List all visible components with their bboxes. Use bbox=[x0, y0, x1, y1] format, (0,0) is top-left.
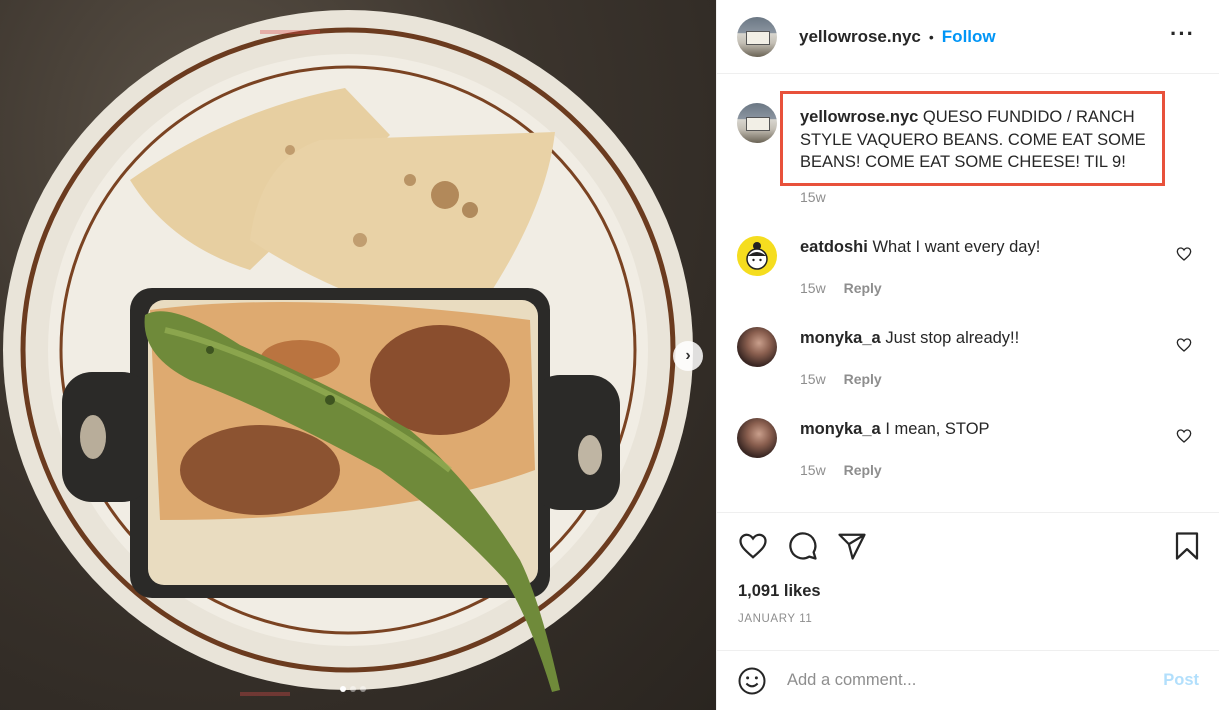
like-comment-heart-icon[interactable] bbox=[1176, 428, 1192, 444]
comment-meta: 15w Reply bbox=[800, 462, 882, 478]
emoji-icon[interactable] bbox=[737, 666, 767, 696]
commenter-avatar[interactable] bbox=[737, 236, 777, 276]
commenter-avatar[interactable] bbox=[737, 418, 777, 458]
comment-text: eatdoshi What I want every day! bbox=[800, 238, 1040, 257]
caption-timestamp: 15w bbox=[800, 189, 826, 205]
comments-list[interactable]: yellowrose.nyc QUESO FUNDIDO / RANCH STY… bbox=[717, 75, 1219, 512]
more-options-icon[interactable]: ··· bbox=[1170, 23, 1195, 45]
follow-button[interactable]: Follow bbox=[942, 27, 996, 47]
post-side-panel: yellowrose.nyc • Follow ··· yellowrose.n… bbox=[716, 0, 1219, 710]
likes-count[interactable]: 1,091 likes bbox=[738, 582, 821, 601]
author-username[interactable]: yellowrose.nyc bbox=[799, 27, 921, 47]
carousel-dot-active bbox=[340, 686, 346, 692]
heart-icon[interactable] bbox=[738, 531, 768, 561]
comment-timestamp: 15w bbox=[800, 371, 826, 387]
caption-author-avatar[interactable] bbox=[737, 103, 777, 143]
commenter-avatar[interactable] bbox=[737, 327, 777, 367]
separator-dot: • bbox=[928, 28, 934, 45]
comment-icon[interactable] bbox=[788, 531, 818, 561]
comment-input[interactable] bbox=[787, 671, 1147, 690]
commenter-username[interactable]: monyka_a bbox=[800, 420, 881, 438]
comment-meta: 15w Reply bbox=[800, 280, 882, 296]
like-comment-heart-icon[interactable] bbox=[1176, 246, 1192, 262]
reply-button[interactable]: Reply bbox=[844, 280, 882, 296]
post-header: yellowrose.nyc • Follow ··· bbox=[717, 0, 1219, 74]
food-illustration bbox=[3, 10, 693, 696]
comment-text: monyka_a Just stop already!! bbox=[800, 329, 1019, 348]
comment-text: monyka_a I mean, STOP bbox=[800, 420, 990, 439]
caption-username[interactable]: yellowrose.nyc bbox=[800, 108, 918, 126]
post-caption: yellowrose.nyc QUESO FUNDIDO / RANCH STY… bbox=[800, 106, 1160, 174]
next-image-button[interactable]: › bbox=[673, 341, 703, 371]
comment-timestamp: 15w bbox=[800, 462, 826, 478]
comment-body: I mean, STOP bbox=[885, 420, 990, 438]
comment-meta: 15w Reply bbox=[800, 371, 882, 387]
doshi-avatar-icon bbox=[746, 242, 768, 270]
post-date: JANUARY 11 bbox=[738, 613, 813, 625]
reply-button[interactable]: Reply bbox=[844, 462, 882, 478]
post-comment-button[interactable]: Post bbox=[1163, 671, 1199, 690]
carousel-dot bbox=[350, 686, 356, 692]
commenter-username[interactable]: monyka_a bbox=[800, 329, 881, 347]
bookmark-icon[interactable] bbox=[1172, 531, 1202, 561]
author-avatar[interactable] bbox=[737, 16, 777, 57]
carousel-indicator bbox=[340, 686, 366, 692]
comment-body: Just stop already!! bbox=[885, 329, 1020, 347]
post-photo: › bbox=[0, 0, 716, 710]
reply-button[interactable]: Reply bbox=[844, 371, 882, 387]
chevron-right-icon: › bbox=[685, 347, 691, 364]
share-icon[interactable] bbox=[837, 531, 867, 561]
post-actions: 1,091 likes JANUARY 11 bbox=[717, 512, 1219, 650]
comment-timestamp: 15w bbox=[800, 280, 826, 296]
commenter-username[interactable]: eatdoshi bbox=[800, 238, 868, 256]
comment-body: What I want every day! bbox=[872, 238, 1041, 256]
carousel-dot bbox=[360, 686, 366, 692]
add-comment-bar: Post bbox=[717, 650, 1219, 710]
like-comment-heart-icon[interactable] bbox=[1176, 337, 1192, 353]
